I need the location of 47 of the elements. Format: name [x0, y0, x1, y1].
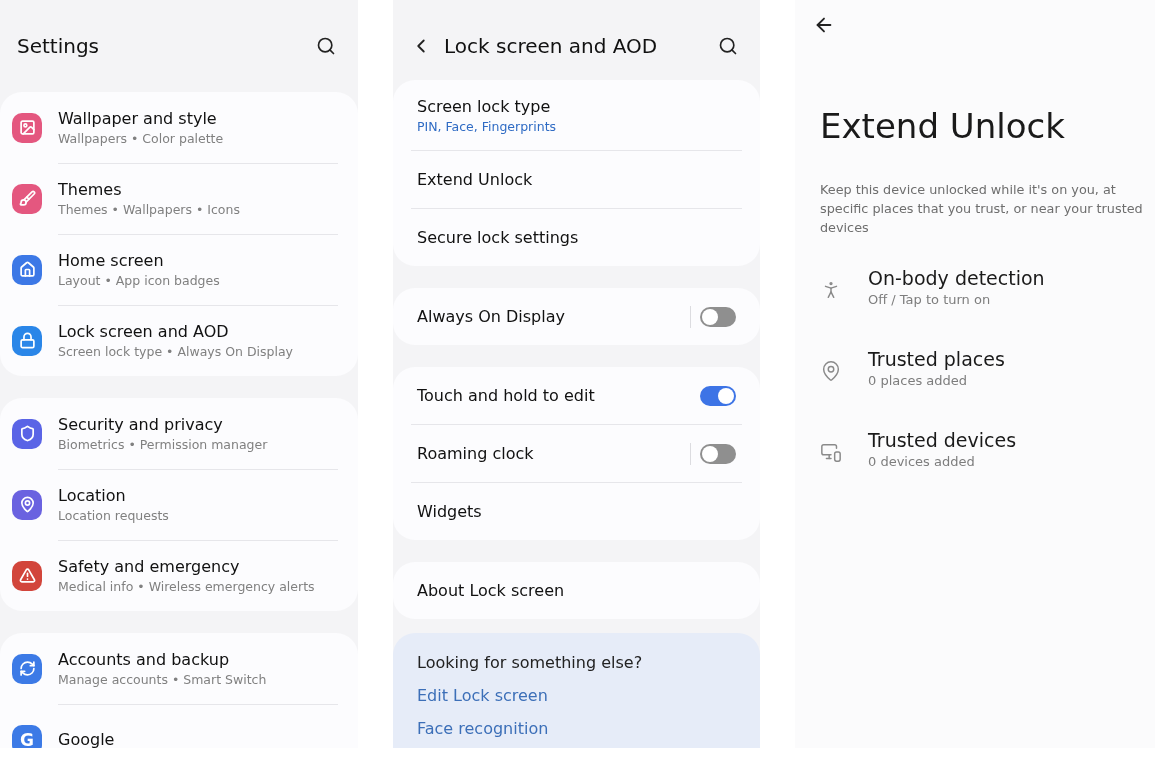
menu-item-subtitle: Wallpapers • Color palette	[58, 130, 225, 146]
menu-item-title[interactable]: Safety and emergency	[58, 557, 338, 576]
menu-item-subtitle: Manage accounts • Smart Switch	[58, 671, 268, 687]
menu-item-subtitle: PIN, Face, Fingerprints	[417, 118, 558, 134]
option-subtitle: 0 devices added	[868, 454, 976, 469]
suggestion-link[interactable]: Edit Lock screen	[417, 686, 736, 705]
screen-title: Lock screen and AOD	[444, 34, 659, 58]
menu-item-subtitle: Layout • App icon badges	[58, 272, 221, 288]
menu-item-title[interactable]: Accounts and backup	[58, 649, 338, 669]
menu-item-title[interactable]: Google	[58, 730, 338, 748]
toggle-switch[interactable]	[700, 443, 736, 464]
suggestion-link[interactable]: Face recognition	[417, 719, 736, 738]
menu-item-title[interactable]: Touch and hold to edit	[417, 386, 700, 405]
menu-item-title[interactable]: Lock screen and AOD	[58, 322, 338, 341]
search-icon[interactable]	[718, 36, 738, 56]
menu-item-title[interactable]: Themes	[58, 179, 338, 199]
menu-item-subtitle: Screen lock type • Always On Display	[58, 344, 294, 359]
menu-item-title[interactable]: Wallpaper and style	[58, 108, 338, 128]
menu-item-subtitle: Medical info • Wireless emergency alerts	[58, 579, 316, 594]
menu-item-title[interactable]: Secure lock settings	[417, 228, 736, 247]
app-icon: G	[12, 724, 42, 748]
menu-item-title[interactable]: Home screen	[58, 250, 338, 270]
screen-title: Extend Unlock	[820, 106, 1066, 146]
option-title[interactable]: On-body detection	[868, 267, 1045, 289]
option-subtitle: Off / Tap to turn on	[868, 292, 992, 307]
devices-icon	[820, 441, 842, 463]
menu-item-title[interactable]: Roaming clock	[417, 444, 690, 463]
menu-item-title[interactable]: Extend Unlock	[417, 170, 736, 189]
menu-item-subtitle: Location requests	[58, 507, 170, 523]
option-title[interactable]: Trusted devices	[868, 429, 1017, 451]
option-title[interactable]: Trusted places	[868, 348, 1005, 370]
menu-item-title[interactable]: Screen lock type	[417, 96, 736, 116]
option-subtitle: 0 places added	[868, 373, 968, 388]
toggle-switch[interactable]	[700, 385, 736, 406]
menu-item-subtitle: Biometrics • Permission manager	[58, 436, 269, 452]
screen-description: Keep this device unlocked while it's on you, at specific places that you trust, or near your trusted devices	[820, 181, 1143, 237]
location-pin-icon	[820, 360, 842, 382]
menu-item-title[interactable]: Security and privacy	[58, 414, 338, 434]
toggle-switch[interactable]	[700, 306, 736, 327]
screen-title: Settings	[17, 34, 101, 58]
menu-item-title[interactable]: Always On Display	[417, 307, 690, 326]
suggestions-heading: Looking for something else?	[417, 653, 644, 672]
menu-item-title[interactable]: About Lock screen	[417, 581, 736, 600]
menu-item-subtitle: Themes • Wallpapers • Icons	[58, 201, 241, 217]
menu-item-title[interactable]: Widgets	[417, 502, 736, 521]
menu-item-title[interactable]: Location	[58, 485, 338, 505]
search-icon[interactable]	[316, 36, 336, 56]
